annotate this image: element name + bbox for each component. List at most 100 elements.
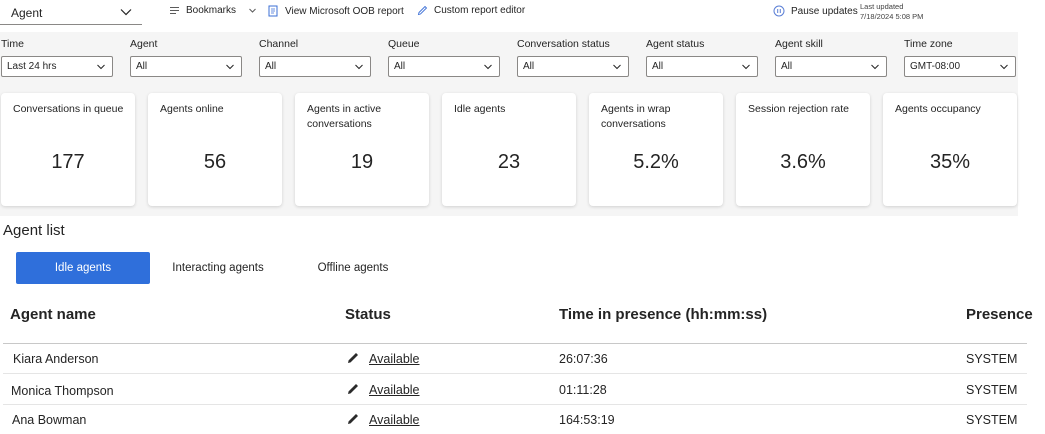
column-header-agent-name[interactable]: Agent name (10, 306, 96, 323)
filter-channel: Channel All (259, 38, 371, 77)
kpi-title: Agents in active conversations (307, 103, 382, 130)
time-dropdown[interactable]: Last 24 hrs (1, 56, 113, 77)
filter-value: All (523, 61, 535, 72)
agent-skill-dropdown[interactable]: All (775, 56, 887, 77)
chevron-down-icon (871, 64, 879, 70)
tab-idle-agents[interactable]: Idle agents (16, 252, 150, 284)
filters-panel: Time Last 24 hrs Agent All Channel All Q… (0, 32, 1018, 216)
presence: SYSTEM (966, 352, 1018, 366)
kpi-title: Conversations in queue (13, 103, 124, 115)
view-selector-dropdown[interactable]: Agent (0, 2, 142, 25)
kpi-title: Agents occupancy (895, 103, 981, 115)
pause-updates-label: Pause updates (791, 5, 858, 17)
column-header-time-in-presence[interactable]: Time in presence (hh:mm:ss) (559, 306, 767, 323)
last-updated-value: 7/18/2024 5:08 PM (860, 12, 924, 21)
kpi-value: 177 (51, 151, 85, 173)
row-divider (3, 373, 1027, 374)
chevron-down-icon (249, 8, 256, 13)
chevron-down-icon (613, 64, 621, 70)
view-oob-report-button[interactable]: View Microsoft OOB report (268, 5, 404, 17)
agent-name: Ana Bowman (12, 413, 87, 427)
filter-agent-skill: Agent skill All (775, 38, 887, 77)
kpi-title: Session rejection rate (748, 103, 849, 115)
filter-label: Time (1, 38, 24, 50)
report-icon (268, 5, 278, 17)
custom-report-editor-button[interactable]: Custom report editor (417, 5, 525, 16)
bookmarks-label: Bookmarks (186, 5, 237, 16)
filter-label: Conversation status (517, 38, 610, 50)
agent-dropdown[interactable]: All (130, 56, 242, 77)
kpi-card-session-rejection-rate: Session rejection rate 3.6% (736, 93, 870, 206)
header-divider (3, 343, 1027, 344)
oob-report-label: View Microsoft OOB report (285, 5, 404, 17)
chevron-down-icon (742, 64, 750, 70)
agent-status-dropdown[interactable]: All (646, 56, 758, 77)
chevron-down-icon (120, 9, 132, 16)
time-zone-dropdown[interactable]: GMT-08:00 (904, 56, 1016, 77)
filter-agent: Agent All (130, 38, 242, 77)
kpi-title: Agents in wrap conversations (601, 103, 671, 130)
kpi-card-agents-in-active-conversations: Agents in active conversations 19 (295, 93, 429, 206)
filter-value: All (265, 61, 277, 72)
pencil-icon[interactable] (346, 382, 360, 396)
filter-value: All (781, 61, 793, 72)
presence: SYSTEM (966, 413, 1018, 427)
row-divider (3, 404, 1027, 405)
kpi-value: 35% (929, 151, 971, 173)
column-header-presence[interactable]: Presence (966, 306, 1033, 323)
pause-icon (773, 5, 785, 17)
kpi-card-idle-agents: Idle agents 23 (442, 93, 576, 206)
chevron-down-icon (97, 64, 105, 70)
kpi-value: 23 (497, 151, 521, 173)
kpi-title: Idle agents (454, 103, 506, 115)
filter-label: Channel (259, 38, 299, 50)
kpi-value: 19 (350, 151, 374, 173)
view-selector-label: Agent (11, 6, 43, 20)
column-header-status[interactable]: Status (345, 306, 391, 323)
kpi-value: 5.2% (633, 151, 679, 173)
status-link[interactable]: Available (369, 352, 420, 366)
kpi-value: 56 (203, 151, 227, 173)
custom-editor-label: Custom report editor (434, 5, 526, 16)
chevron-down-icon (226, 64, 234, 70)
time-in-presence: 01:11:28 (559, 383, 607, 397)
pause-updates-button[interactable]: Pause updates (773, 5, 858, 17)
kpi-title: Agents online (160, 103, 224, 115)
filter-time-zone: Time zone GMT-08:00 (904, 38, 1016, 77)
kpi-card-agents-in-wrap-conversations: Agents in wrap conversations 5.2% (589, 93, 723, 206)
channel-dropdown[interactable]: All (259, 56, 371, 77)
filter-value: Last 24 hrs (7, 61, 57, 72)
agent-name: Monica Thompson (11, 384, 114, 398)
status-link[interactable]: Available (369, 383, 420, 397)
filter-time: Time Last 24 hrs (1, 38, 113, 77)
tab-offline-agents[interactable]: Offline agents (304, 252, 402, 284)
pencil-icon[interactable] (346, 412, 360, 426)
chevron-down-icon (484, 64, 492, 70)
filter-value: All (394, 61, 406, 72)
conversation-status-dropdown[interactable]: All (517, 56, 629, 77)
presence: SYSTEM (966, 383, 1018, 397)
time-in-presence: 26:07:36 (559, 352, 608, 366)
kpi-card-agents-online: Agents online 56 (148, 93, 282, 206)
kpi-card-agents-occupancy: Agents occupancy 35% (883, 93, 1017, 206)
kpi-card-conversations-in-queue: Conversations in queue 177 (1, 93, 135, 206)
filter-value: GMT-08:00 (910, 61, 961, 72)
filter-agent-status: Agent status All (646, 38, 758, 77)
pencil-icon[interactable] (346, 351, 360, 365)
filter-label: Agent (130, 38, 158, 50)
toolbar: Agent Bookmarks View Microsoft OOB repor… (0, 0, 935, 26)
chevron-down-icon (1000, 64, 1008, 70)
bookmarks-button[interactable]: Bookmarks (169, 5, 263, 16)
tab-interacting-agents[interactable]: Interacting agents (162, 252, 274, 284)
filter-value: All (136, 61, 148, 72)
queue-dropdown[interactable]: All (388, 56, 500, 77)
filter-conversation-status: Conversation status All (517, 38, 629, 77)
filter-label: Agent status (646, 38, 705, 50)
agent-list-title: Agent list (3, 222, 65, 239)
pencil-icon (417, 5, 428, 16)
chevron-down-icon (355, 64, 363, 70)
filter-value: All (652, 61, 664, 72)
last-updated: Last updated 7/18/2024 5:08 PM (860, 2, 923, 22)
list-icon (170, 7, 179, 14)
status-link[interactable]: Available (369, 413, 420, 427)
